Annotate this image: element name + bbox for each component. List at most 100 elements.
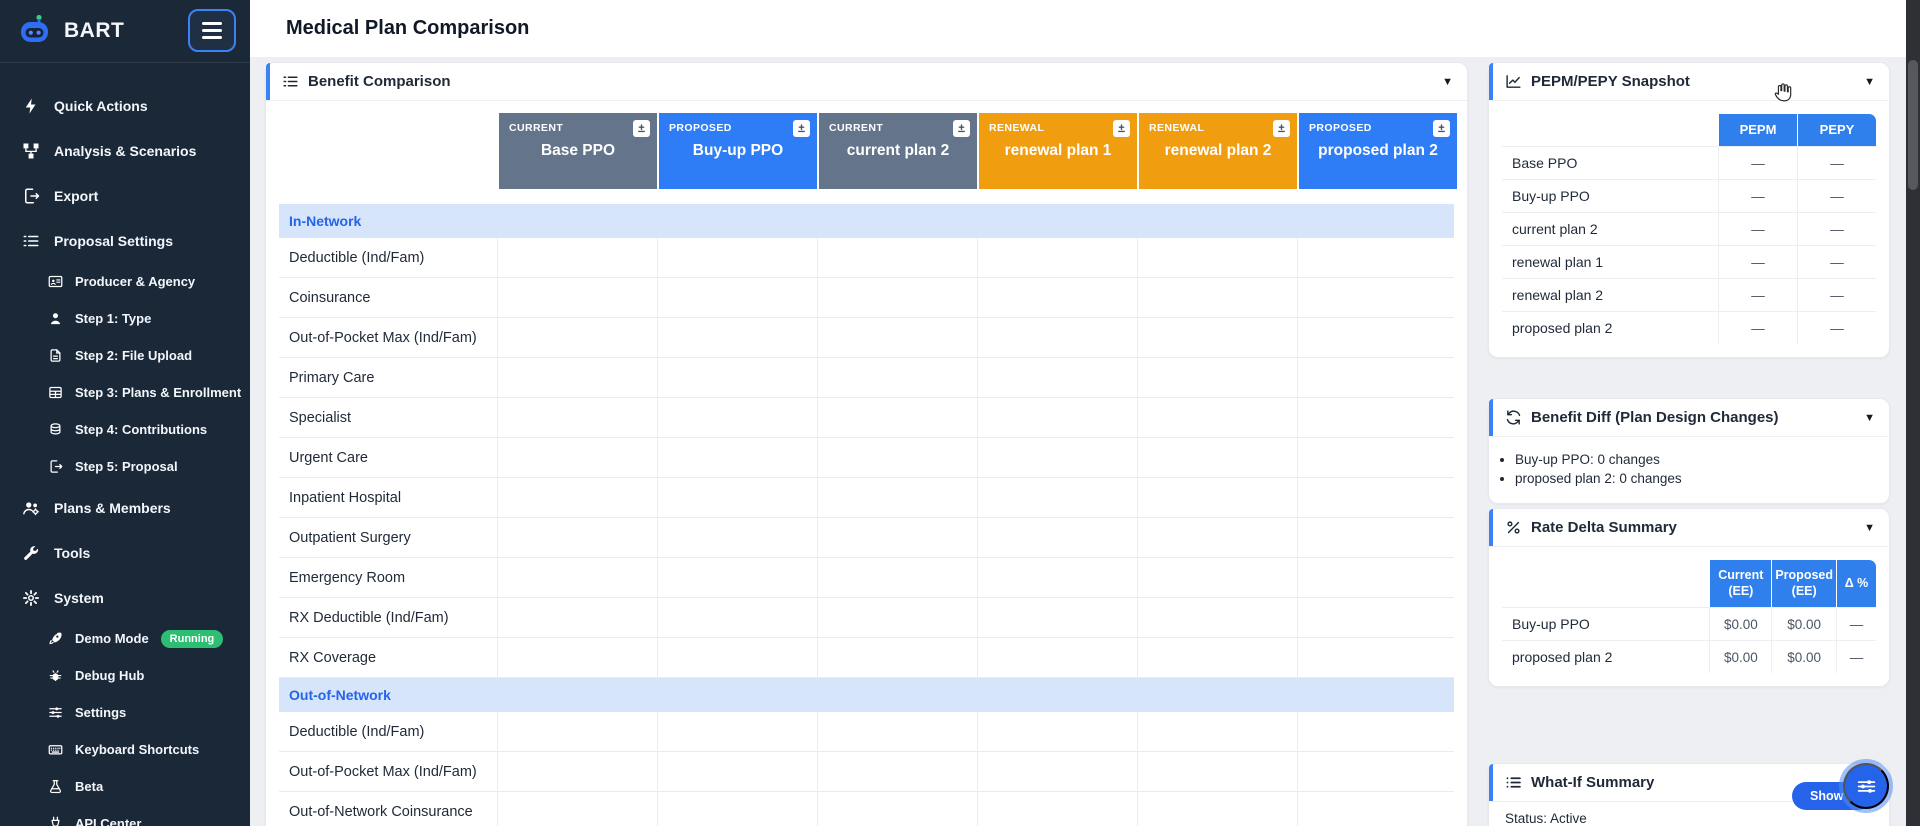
benefit-value-cell[interactable]: [817, 318, 977, 357]
export-plan-icon[interactable]: [953, 120, 970, 137]
benefit-value-cell[interactable]: [497, 518, 657, 557]
sidebar-item-keyboard-shortcuts[interactable]: Keyboard Shortcuts: [0, 731, 250, 768]
benefit-value-cell[interactable]: [497, 792, 657, 826]
benefit-value-cell[interactable]: [977, 318, 1137, 357]
benefit-value-cell[interactable]: [497, 358, 657, 397]
sidebar-item-quick-actions[interactable]: Quick Actions: [0, 83, 250, 128]
export-plan-icon[interactable]: [1113, 120, 1130, 137]
benefit-value-cell[interactable]: [657, 598, 817, 637]
benefit-value-cell[interactable]: [1137, 238, 1297, 277]
quick-settings-fab[interactable]: [1843, 763, 1889, 809]
export-plan-icon[interactable]: [1273, 120, 1290, 137]
export-plan-icon[interactable]: [633, 120, 650, 137]
benefit-diff-header[interactable]: Benefit Diff (Plan Design Changes) ▼: [1489, 399, 1889, 437]
benefit-value-cell[interactable]: [817, 358, 977, 397]
benefit-value-cell[interactable]: [497, 278, 657, 317]
sidebar-item-api-center[interactable]: API Center: [0, 805, 250, 826]
benefit-value-cell[interactable]: [1137, 358, 1297, 397]
benefit-value-cell[interactable]: [1137, 638, 1297, 677]
benefit-value-cell[interactable]: [977, 478, 1137, 517]
benefit-value-cell[interactable]: [497, 398, 657, 437]
sidebar-item-demo-mode[interactable]: Demo ModeRunning: [0, 620, 250, 657]
benefit-value-cell[interactable]: [1297, 398, 1457, 437]
page-scrollbar-thumb[interactable]: [1908, 60, 1918, 190]
benefit-value-cell[interactable]: [1137, 318, 1297, 357]
benefit-value-cell[interactable]: [657, 478, 817, 517]
benefit-value-cell[interactable]: [1297, 318, 1457, 357]
benefit-value-cell[interactable]: [977, 752, 1137, 791]
benefit-value-cell[interactable]: [817, 558, 977, 597]
benefit-value-cell[interactable]: [497, 752, 657, 791]
pepm-pepy-header[interactable]: PEPM/PEPY Snapshot ▼: [1489, 63, 1889, 101]
benefit-value-cell[interactable]: [977, 792, 1137, 826]
benefit-value-cell[interactable]: [657, 398, 817, 437]
benefit-value-cell[interactable]: [1137, 278, 1297, 317]
benefit-value-cell[interactable]: [1137, 518, 1297, 557]
benefit-value-cell[interactable]: [1137, 792, 1297, 826]
benefit-value-cell[interactable]: [1137, 398, 1297, 437]
sidebar-item-beta[interactable]: Beta: [0, 768, 250, 805]
benefit-value-cell[interactable]: [817, 752, 977, 791]
benefit-value-cell[interactable]: [817, 792, 977, 826]
sidebar-item-tools[interactable]: Tools: [0, 530, 250, 575]
page-scrollbar-track[interactable]: [1906, 0, 1920, 826]
benefit-value-cell[interactable]: [497, 318, 657, 357]
benefit-value-cell[interactable]: [977, 598, 1137, 637]
benefit-value-cell[interactable]: [817, 638, 977, 677]
benefit-value-cell[interactable]: [817, 398, 977, 437]
benefit-value-cell[interactable]: [977, 358, 1137, 397]
sidebar-item-system[interactable]: System: [0, 575, 250, 620]
sidebar-item-producer-agency[interactable]: Producer & Agency: [0, 263, 250, 300]
benefit-value-cell[interactable]: [1297, 478, 1457, 517]
collapse-caret-icon[interactable]: ▼: [1442, 76, 1453, 88]
benefit-value-cell[interactable]: [977, 398, 1137, 437]
benefit-value-cell[interactable]: [497, 438, 657, 477]
export-plan-icon[interactable]: [1433, 120, 1450, 137]
benefit-value-cell[interactable]: [497, 598, 657, 637]
sidebar-item-analysis-scenarios[interactable]: Analysis & Scenarios: [0, 128, 250, 173]
benefit-value-cell[interactable]: [1297, 238, 1457, 277]
export-plan-icon[interactable]: [793, 120, 810, 137]
benefit-value-cell[interactable]: [657, 792, 817, 826]
benefit-value-cell[interactable]: [657, 238, 817, 277]
benefit-value-cell[interactable]: [1297, 278, 1457, 317]
sidebar-toggle-button[interactable]: [188, 9, 236, 52]
sidebar-item-debug-hub[interactable]: Debug Hub: [0, 657, 250, 694]
benefit-value-cell[interactable]: [657, 278, 817, 317]
sidebar-item-step-5-proposal[interactable]: Step 5: Proposal: [0, 448, 250, 485]
benefit-value-cell[interactable]: [1137, 712, 1297, 751]
benefit-value-cell[interactable]: [1297, 518, 1457, 557]
benefit-value-cell[interactable]: [1297, 712, 1457, 751]
benefit-value-cell[interactable]: [1297, 752, 1457, 791]
benefit-value-cell[interactable]: [817, 518, 977, 557]
benefit-value-cell[interactable]: [497, 238, 657, 277]
benefit-value-cell[interactable]: [977, 712, 1137, 751]
benefit-value-cell[interactable]: [977, 638, 1137, 677]
benefit-value-cell[interactable]: [1297, 358, 1457, 397]
benefit-value-cell[interactable]: [657, 638, 817, 677]
benefit-value-cell[interactable]: [1137, 438, 1297, 477]
benefit-value-cell[interactable]: [657, 318, 817, 357]
benefit-value-cell[interactable]: [977, 278, 1137, 317]
benefit-value-cell[interactable]: [817, 278, 977, 317]
benefit-comparison-header[interactable]: Benefit Comparison ▼: [266, 63, 1467, 101]
benefit-value-cell[interactable]: [1297, 438, 1457, 477]
benefit-value-cell[interactable]: [1297, 558, 1457, 597]
sidebar-item-proposal-settings[interactable]: Proposal Settings: [0, 218, 250, 263]
benefit-value-cell[interactable]: [1137, 558, 1297, 597]
benefit-value-cell[interactable]: [817, 712, 977, 751]
benefit-value-cell[interactable]: [817, 598, 977, 637]
benefit-value-cell[interactable]: [497, 638, 657, 677]
collapse-caret-icon[interactable]: ▼: [1864, 522, 1875, 534]
benefit-value-cell[interactable]: [1297, 638, 1457, 677]
benefit-value-cell[interactable]: [1297, 598, 1457, 637]
benefit-value-cell[interactable]: [657, 358, 817, 397]
benefit-value-cell[interactable]: [977, 438, 1137, 477]
benefit-value-cell[interactable]: [817, 438, 977, 477]
benefit-value-cell[interactable]: [977, 558, 1137, 597]
sidebar-item-step-4-contributions[interactable]: Step 4: Contributions: [0, 411, 250, 448]
sidebar-item-settings[interactable]: Settings: [0, 694, 250, 731]
benefit-value-cell[interactable]: [977, 238, 1137, 277]
benefit-value-cell[interactable]: [817, 478, 977, 517]
sidebar-item-export[interactable]: Export: [0, 173, 250, 218]
